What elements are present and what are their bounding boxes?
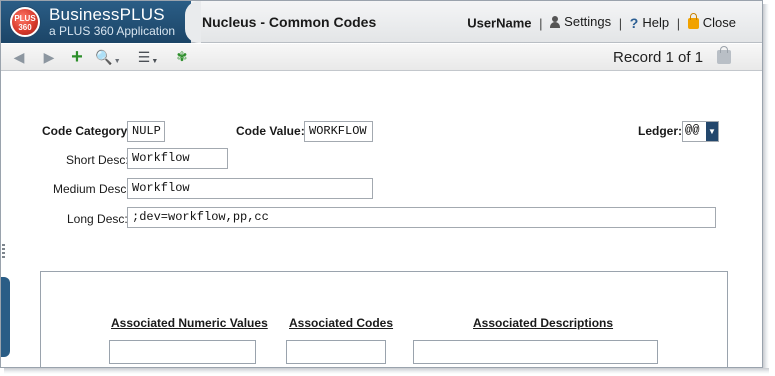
ledger-select[interactable]: @@ ▼ xyxy=(682,121,719,142)
list-icon[interactable]: ☰ ▼ xyxy=(137,48,159,66)
settings-link[interactable]: Settings xyxy=(550,14,611,29)
associated-description-field[interactable] xyxy=(413,340,658,364)
user-settings-icon xyxy=(550,15,561,28)
nav-separator: | xyxy=(618,15,623,31)
side-panel-tab[interactable] xyxy=(1,277,10,357)
window-shadow-bottom xyxy=(4,368,769,374)
chevron-down-icon[interactable]: ▼ xyxy=(706,122,718,141)
long-desc-field[interactable]: ;dev=workflow,pp,cc xyxy=(127,207,716,228)
link-icon[interactable]: ✾ xyxy=(173,48,191,66)
app-window: PLUS 360 BusinessPLUS a PLUS 360 Applica… xyxy=(0,0,763,368)
associated-numeric-values-header: Associated Numeric Values xyxy=(111,316,268,330)
brand-area: PLUS 360 BusinessPLUS a PLUS 360 Applica… xyxy=(1,1,191,43)
associated-code-field[interactable] xyxy=(286,340,386,364)
medium-desc-label: Medium Desc: xyxy=(53,182,130,196)
title-bar: PLUS 360 BusinessPLUS a PLUS 360 Applica… xyxy=(1,1,762,43)
top-nav: UserName | Settings | ? Help | Close xyxy=(467,12,736,31)
nav-separator: | xyxy=(676,15,681,31)
main-content: Code Category: NULP Code Value: WORKFLOW… xyxy=(13,72,762,367)
help-icon: ? xyxy=(629,14,639,31)
ledger-label: Ledger: xyxy=(638,124,683,138)
lock-icon xyxy=(687,12,699,29)
brand-subtitle: a PLUS 360 Application xyxy=(49,24,176,38)
toolbar: ◀ ▶ + 🔍 ▼ ☰ ▼ ✾ Record 1 of 1 xyxy=(1,44,762,71)
help-label: Help xyxy=(642,15,670,30)
settings-label: Settings xyxy=(564,14,612,29)
record-lock-icon[interactable] xyxy=(717,46,731,64)
chevron-down-icon: ▼ xyxy=(113,57,121,65)
prev-record-icon[interactable]: ◀ xyxy=(13,48,25,66)
page-title: Nucleus - Common Codes xyxy=(202,14,377,30)
long-desc-label: Long Desc: xyxy=(67,212,128,226)
code-value-label: Code Value: xyxy=(236,124,305,138)
code-category-field[interactable]: NULP xyxy=(127,121,165,142)
plus360-logo: PLUS 360 xyxy=(10,7,40,37)
close-link[interactable]: Close xyxy=(687,12,736,30)
ledger-value: @@ xyxy=(685,123,700,137)
short-desc-field[interactable]: Workflow xyxy=(127,148,228,169)
code-value-field[interactable]: WORKFLOW xyxy=(304,121,373,142)
add-icon[interactable]: + xyxy=(68,46,86,68)
panel-resize-handle[interactable] xyxy=(2,244,5,258)
brand-tab-curve xyxy=(185,1,201,43)
search-icon[interactable]: 🔍 ▼ xyxy=(95,48,121,66)
nav-separator: | xyxy=(539,15,543,31)
window-shadow-right xyxy=(763,4,769,370)
associated-descriptions-header: Associated Descriptions xyxy=(473,316,614,330)
close-label: Close xyxy=(702,14,736,30)
chevron-down-icon: ▼ xyxy=(151,57,159,65)
record-status: Record 1 of 1 xyxy=(613,49,704,66)
medium-desc-field[interactable]: Workflow xyxy=(127,178,373,199)
username-link[interactable]: UserName xyxy=(467,16,531,31)
next-record-icon[interactable]: ▶ xyxy=(43,48,55,66)
short-desc-label: Short Desc: xyxy=(66,153,129,167)
associated-codes-header: Associated Codes xyxy=(289,316,394,330)
logo-text-top: PLUS xyxy=(14,14,36,23)
associated-numeric-value-field[interactable] xyxy=(109,340,256,364)
brand-name: BusinessPLUS xyxy=(49,5,165,24)
logo-text-bottom: 360 xyxy=(18,23,32,32)
help-link[interactable]: ? Help xyxy=(630,15,669,31)
code-category-label: Code Category: xyxy=(42,124,132,138)
